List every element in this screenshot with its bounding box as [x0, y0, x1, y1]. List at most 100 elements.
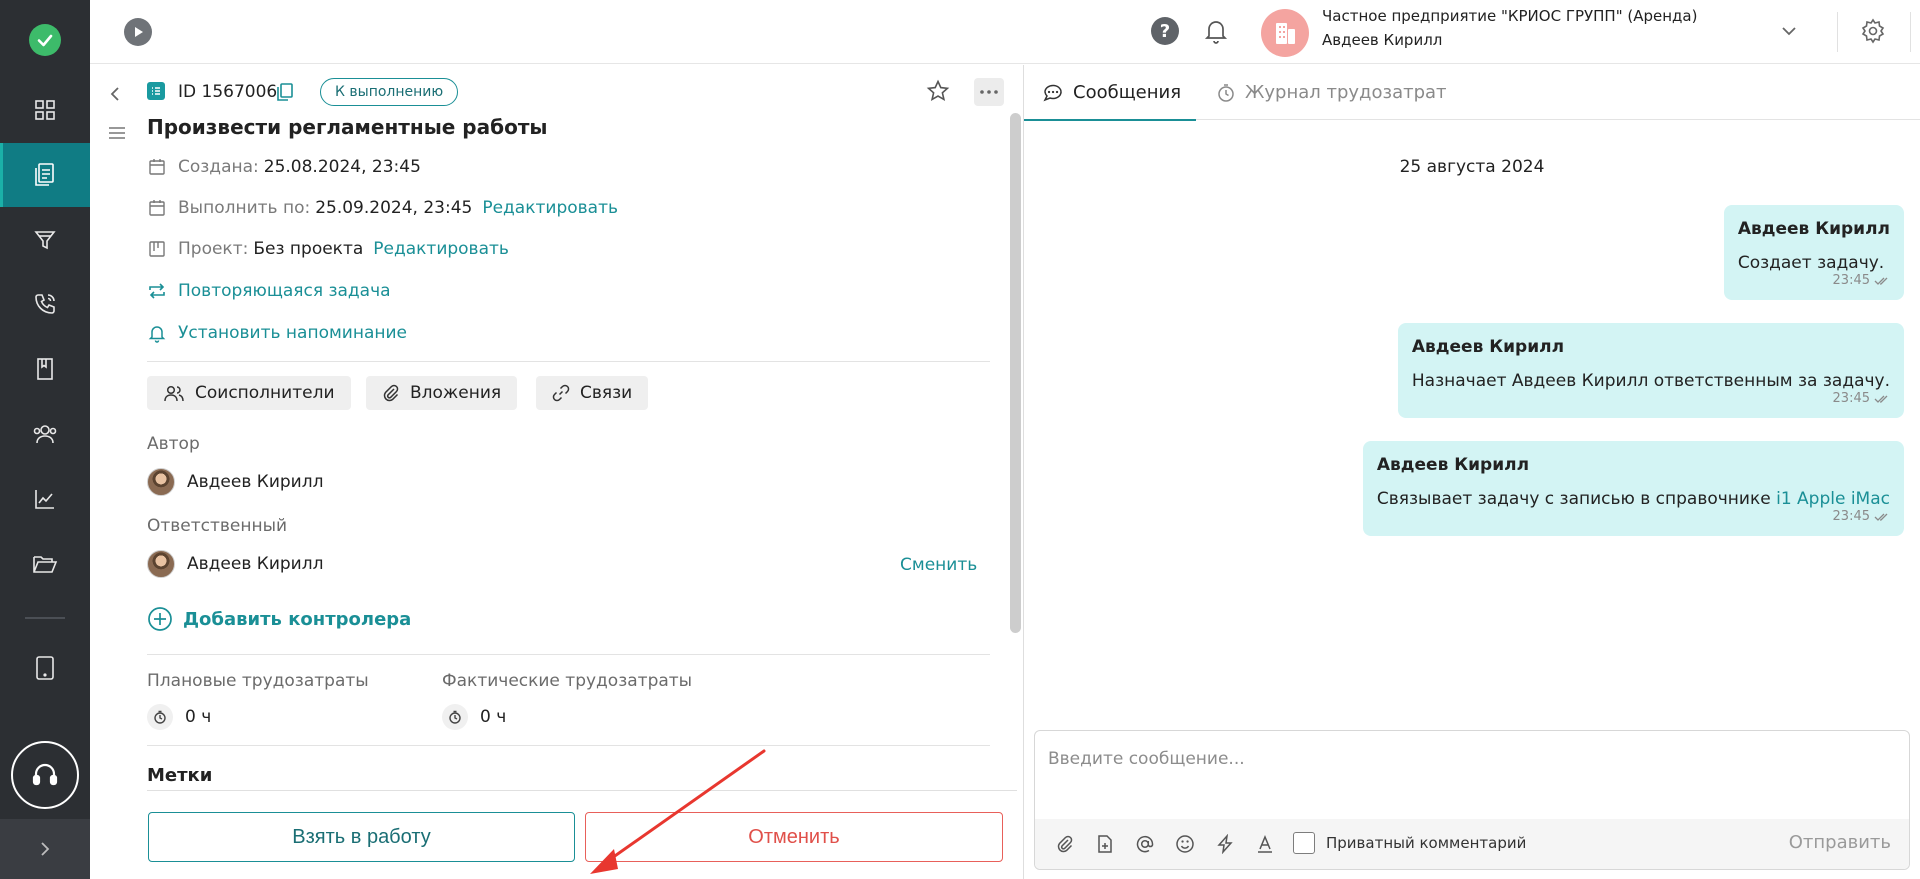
- app-logo-check-icon[interactable]: [29, 24, 61, 56]
- timer-icon: [442, 704, 468, 730]
- tab-messages[interactable]: Сообщения: [1023, 65, 1197, 121]
- sidebar-item-directory[interactable]: [0, 337, 90, 401]
- sidebar-item-calls[interactable]: [0, 272, 90, 336]
- message-input[interactable]: Введите сообщение...: [1048, 749, 1245, 769]
- author-person[interactable]: Авдеев Кирилл: [147, 468, 323, 496]
- due-value: 25.09.2024, 23:45: [315, 198, 473, 218]
- repeat-icon: [149, 283, 165, 299]
- back-button[interactable]: [108, 85, 122, 103]
- folder-icon: [33, 556, 58, 573]
- message-text-body: Связывает задачу с записью в справочнике: [1376, 489, 1777, 509]
- sidebar-item-dashboard[interactable]: [0, 78, 90, 142]
- created-label: Создана:: [178, 157, 259, 177]
- filter-icon: [34, 231, 56, 250]
- timer-icon: [147, 704, 173, 730]
- author-label: Автор: [147, 434, 200, 454]
- sidebar-item-reports[interactable]: [0, 467, 90, 531]
- task-panel: ID 1567006 К выполнению Произвести регла…: [90, 65, 1024, 879]
- project-value: Без проекта: [253, 239, 364, 259]
- bell-icon: [1204, 21, 1228, 44]
- notifications-button[interactable]: [1204, 17, 1228, 45]
- message-composer: Введите сообщение... Приватный комментар…: [1034, 730, 1910, 870]
- project-label: Проект:: [178, 239, 249, 259]
- divider: [147, 654, 990, 655]
- double-check-icon: [1874, 513, 1888, 521]
- phone-icon: [35, 294, 55, 314]
- lightning-icon[interactable]: [1215, 834, 1235, 854]
- message-meta: 23:45: [1377, 509, 1890, 524]
- headset-icon: [32, 763, 58, 786]
- edit-due-link[interactable]: Редактировать: [482, 198, 618, 218]
- set-reminder-link[interactable]: Установить напоминание: [147, 323, 407, 343]
- star-icon: [926, 79, 950, 102]
- sidebar-expand-button[interactable]: [0, 819, 90, 879]
- attachments-chip[interactable]: Вложения: [366, 376, 518, 410]
- due-row: Выполнить по: 25.09.2024, 23:45 Редактир…: [147, 198, 618, 218]
- gear-icon: [1861, 18, 1885, 44]
- sidebar-item-contacts[interactable]: [0, 402, 90, 466]
- take-to-work-button[interactable]: Взять в работу: [148, 812, 575, 862]
- recurring-task-link[interactable]: Повторяющаяся задача: [147, 281, 391, 301]
- text-format-icon[interactable]: [1255, 834, 1275, 854]
- links-label: Связи: [580, 383, 633, 403]
- task-menu-button[interactable]: [108, 125, 126, 141]
- paperclip-icon: [383, 384, 399, 402]
- message-time: 23:45: [1832, 509, 1870, 524]
- play-button[interactable]: [124, 18, 152, 46]
- chart-icon: [35, 490, 54, 509]
- change-responsible-link[interactable]: Сменить: [900, 555, 977, 575]
- chevron-down-icon: [1782, 27, 1796, 36]
- planned-effort-value: 0 ч: [147, 704, 211, 730]
- cancel-task-button[interactable]: Отменить: [585, 812, 1003, 862]
- add-controller-label: Добавить контролера: [183, 608, 412, 630]
- org-switcher-button[interactable]: [1780, 22, 1798, 40]
- tab-effort-log[interactable]: Журнал трудозатрат: [1216, 65, 1447, 120]
- help-button[interactable]: ?: [1151, 17, 1179, 45]
- mention-icon[interactable]: [1135, 834, 1155, 854]
- coexecutors-chip[interactable]: Соисполнители: [147, 376, 351, 410]
- stopwatch-icon: [1218, 83, 1234, 102]
- footer-divider: [147, 790, 1017, 791]
- top-header: ? Частное предприятие "КРИОС ГРУПП" (Аре…: [90, 0, 1920, 64]
- author-name: Авдеев Кирилл: [187, 472, 324, 492]
- set-reminder-label: Установить напоминание: [178, 323, 408, 343]
- favorite-button[interactable]: [926, 79, 950, 103]
- chevron-right-icon: [41, 842, 50, 856]
- hamburger-icon: [109, 127, 125, 139]
- file-add-icon[interactable]: [1095, 834, 1115, 854]
- current-user-name[interactable]: Авдеев Кирилл: [1322, 31, 1442, 49]
- tab-effort-log-label: Журнал трудозатрат: [1245, 82, 1447, 103]
- private-comment-label[interactable]: Приватный комментарий: [1326, 834, 1526, 852]
- send-button[interactable]: Отправить: [1789, 832, 1891, 853]
- more-options-button[interactable]: [974, 78, 1004, 106]
- settings-button[interactable]: [1860, 18, 1886, 44]
- org-name[interactable]: Частное предприятие "КРИОС ГРУПП" (Аренд…: [1322, 7, 1697, 25]
- org-avatar[interactable]: [1261, 9, 1309, 57]
- copy-id-button[interactable]: [276, 82, 294, 102]
- status-badge[interactable]: К выполнению: [320, 78, 459, 106]
- link-icon: [552, 384, 570, 402]
- message-bubble: Авдеев Кирилл Связывает задачу с записью…: [1362, 441, 1904, 536]
- planned-effort-text: 0 ч: [185, 707, 212, 727]
- directory-record-link[interactable]: i1 Apple iMac: [1776, 489, 1890, 509]
- private-comment-checkbox[interactable]: [1293, 832, 1315, 854]
- sidebar-item-files[interactable]: [0, 532, 90, 596]
- double-check-icon: [1874, 395, 1888, 403]
- book-icon: [37, 358, 53, 380]
- sidebar-item-mobile[interactable]: [0, 636, 90, 700]
- paperclip-icon[interactable]: [1055, 834, 1075, 854]
- support-button[interactable]: [11, 741, 79, 809]
- links-chip[interactable]: Связи: [536, 376, 649, 410]
- task-scrollbar[interactable]: [1010, 113, 1021, 633]
- edit-project-link[interactable]: Редактировать: [373, 239, 509, 259]
- emoji-icon[interactable]: [1175, 834, 1195, 854]
- sidebar-item-filter[interactable]: [0, 208, 90, 272]
- play-icon: [135, 27, 143, 37]
- responsible-person[interactable]: Авдеев Кирилл: [147, 550, 323, 578]
- avatar: [147, 468, 175, 496]
- sidebar-item-tasks[interactable]: [0, 143, 90, 207]
- add-controller-button[interactable]: Добавить контролера: [147, 606, 411, 632]
- tags-label: Метки: [147, 765, 213, 783]
- chat-panel: Сообщения Журнал трудозатрат 25 августа …: [1023, 65, 1920, 879]
- message-text: Назначает Авдеев Кирилл ответственным за…: [1411, 371, 1890, 391]
